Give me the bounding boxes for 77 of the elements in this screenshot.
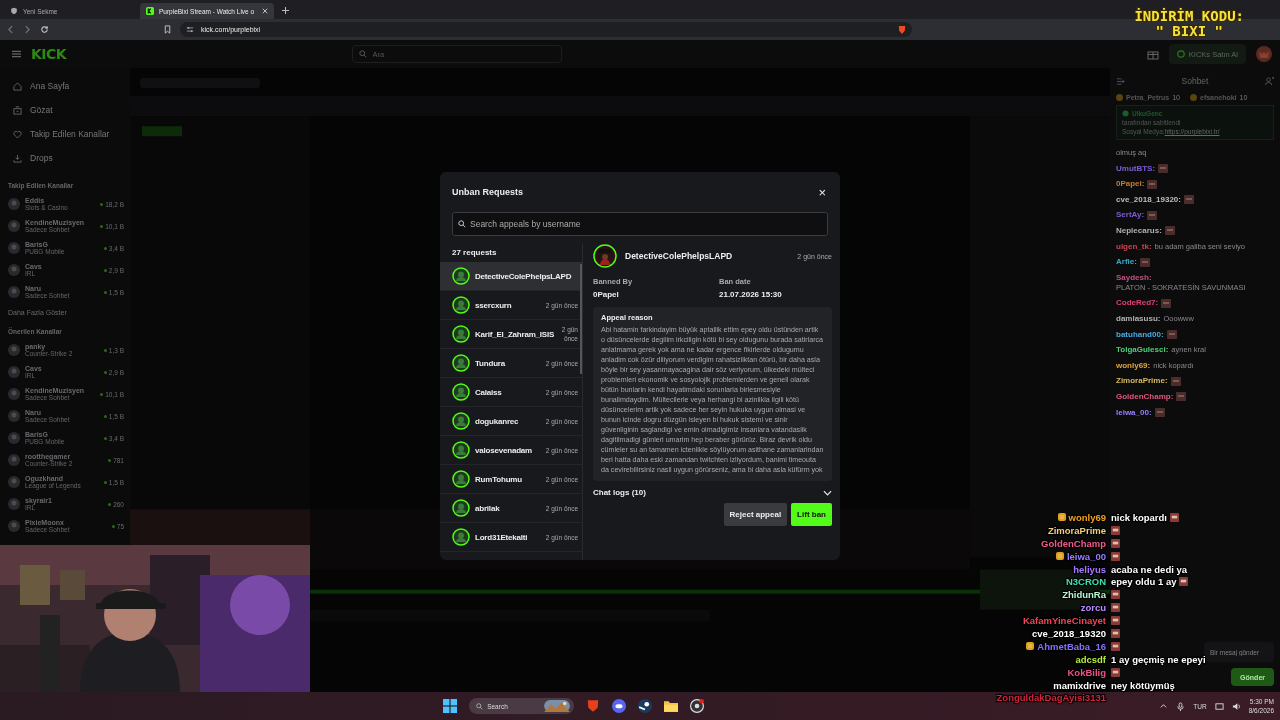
chat-username: Saydesh: [1116,272,1152,283]
chat-username: TolgaGulesci: [1116,345,1169,356]
reload-icon[interactable] [40,25,49,34]
chat-message: 1 ay geçmiş ne epeyi [1111,653,1206,665]
lion-shield-icon[interactable] [586,699,601,713]
sidebar-nav-item[interactable]: Gözat [8,98,124,122]
lion-shield-icon[interactable] [898,24,906,35]
promo-text: " BIXI " [1155,24,1223,39]
avatar-icon [8,498,20,510]
avatar-icon [8,454,20,466]
chat-username: UmutBTS: [1116,163,1156,174]
chat-message: epey oldu 1 ay [1111,576,1177,588]
badge-icon [1122,110,1129,117]
kick-logo[interactable]: KICK [31,46,67,62]
bookmark-icon[interactable] [163,25,172,34]
speaker-icon[interactable] [1231,701,1241,711]
chat-username: damlasusu: [1116,313,1161,324]
search-icon [358,50,367,58]
search-icon [476,702,484,710]
download-icon [13,153,22,163]
chat-message: ney kötüymüş [1111,679,1175,691]
user-avatar[interactable] [1256,46,1272,62]
heart-icon [13,129,22,139]
avatar-icon [8,432,20,444]
chat-username: SertAy: [1116,210,1145,221]
sidebar-nav-item[interactable]: Drops [8,146,124,170]
chat-message: acaba ne dedi ya [1111,563,1188,575]
avatar-icon [8,242,20,254]
chat-username: 0Papel: [1116,179,1145,190]
avatar-icon [8,410,20,422]
menu-icon[interactable] [12,50,21,58]
avatar-icon [8,388,20,400]
chat-username: CodeRed7: [1116,298,1159,309]
box-icon [13,105,22,115]
kick-favicon-icon [146,7,154,15]
chat-title: Sohbet [1181,76,1209,86]
game-controller-icon[interactable] [612,699,627,713]
gift-icon[interactable] [1146,48,1159,60]
windows-start-icon[interactable] [443,699,458,713]
chat-username: Arfie: [1116,257,1137,268]
chat-username: ZimoraPrime: [1116,376,1168,387]
avatar-icon [8,264,20,276]
chat-username: leiwa_00: [1116,407,1152,418]
promo-text: İNDİRİM KODU: [1134,9,1244,24]
coin-icon [1176,50,1185,58]
chat-username: ZonguldakDagAyisi3131 [996,692,1106,704]
home-icon [13,81,22,91]
forward-icon[interactable] [23,25,32,34]
sidebar-nav-item[interactable]: Takip Edilen Kanallar [8,122,124,146]
close-tab-icon[interactable] [262,8,268,14]
steam-icon[interactable] [638,699,653,713]
avatar-icon [8,476,20,488]
record-icon[interactable] [690,699,705,713]
badge-icon [1116,94,1123,101]
chat-username: ulgen_tk: [1116,241,1152,252]
sidebar-nav-item[interactable]: Ana Sayfa [8,74,124,98]
chat-username: cve_2018_19320: [1116,194,1181,205]
avatar-icon [8,344,20,356]
chat-username: Neplecarus: [1116,225,1162,236]
avatar-icon [8,520,20,532]
badge-icon [1190,94,1197,101]
back-icon[interactable] [6,25,15,34]
chat-username: wonly69: [1116,360,1151,371]
chat-message: nick kopardı [1111,511,1167,523]
avatar-icon [8,366,20,378]
avatar-icon [8,198,20,210]
monitor-icon[interactable] [1214,701,1224,711]
chat-username: batuhand00: [1116,329,1164,340]
avatar-icon [8,220,20,232]
shield-icon [10,7,18,15]
chevron-up-icon[interactable] [1159,701,1169,711]
site-settings-icon [186,26,194,33]
folder-icon[interactable] [664,699,679,713]
avatar-icon [8,286,20,298]
chat-username: GoldenChamp: [1116,391,1174,402]
new-tab-icon[interactable] [282,7,289,14]
microphone-icon[interactable] [1176,701,1186,711]
